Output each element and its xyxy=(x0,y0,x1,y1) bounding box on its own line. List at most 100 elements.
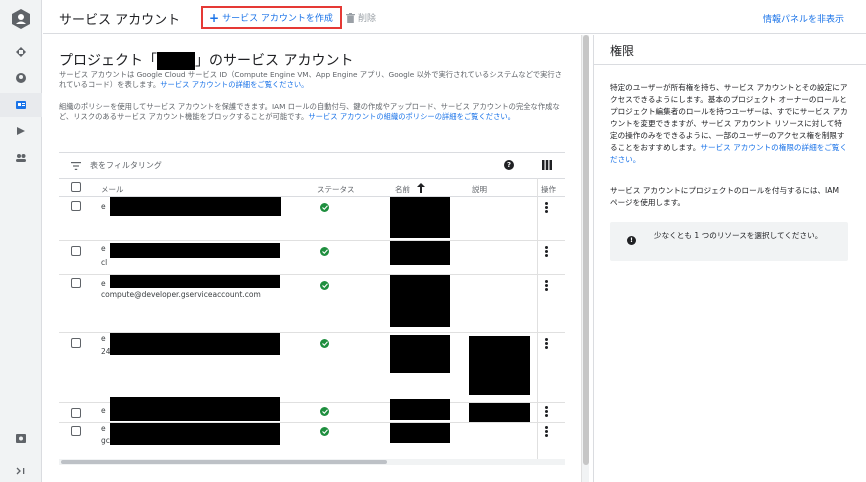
redacted-name xyxy=(390,275,450,327)
redacted-description xyxy=(469,336,530,395)
table-row[interactable]: e 24 xyxy=(59,333,565,403)
org-policy-link[interactable]: サービス アカウントの組織のポリシーの詳細をご覧ください。 xyxy=(308,112,515,121)
row-email: e xyxy=(101,334,106,343)
table-row[interactable]: e compute@developer.gserviceaccount.com xyxy=(59,275,565,333)
description-text: サービス アカウントは Google Cloud サービス ID（Compute… xyxy=(59,70,562,89)
help-icon[interactable]: ? xyxy=(504,160,514,170)
row-email: e xyxy=(101,279,106,288)
learn-more-link[interactable]: サービス アカウントの詳細をご覧ください。 xyxy=(160,80,308,89)
select-resource-notice: ! 少なくとも 1 つのリソースを選択してください。 xyxy=(610,222,848,261)
nav-workload-identity-icon[interactable] xyxy=(0,119,42,143)
horizontal-scroll-thumb[interactable] xyxy=(61,460,387,464)
iam-page-hint: サービス アカウントにプロジェクトのロールを付与するには、IAM ページを使用し… xyxy=(610,186,840,207)
column-name[interactable]: 名前 xyxy=(395,184,410,195)
status-enabled-icon xyxy=(320,203,329,212)
nav-identity-icon[interactable] xyxy=(0,66,42,90)
redacted-email xyxy=(110,197,281,216)
iam-hexagon-icon xyxy=(12,9,30,29)
row-checkbox[interactable] xyxy=(71,338,81,348)
section-title: プロジェクト「 」のサービス アカウント xyxy=(59,50,353,70)
delete-button[interactable]: 削除 xyxy=(346,11,376,24)
row-checkbox[interactable] xyxy=(71,201,81,211)
left-nav-rail xyxy=(0,0,42,482)
info-icon: ! xyxy=(627,236,636,245)
vertical-scroll-thumb[interactable] xyxy=(583,35,589,465)
create-label: サービス アカウントを作成 xyxy=(222,14,333,24)
status-enabled-icon xyxy=(320,407,329,416)
title-suffix: 」のサービス アカウント xyxy=(195,53,354,69)
permissions-description: 特定のユーザーが所有権を持ち、サービス アカウントとその設定にアクセスできるよう… xyxy=(610,82,848,166)
redacted-name xyxy=(390,335,450,373)
more-actions-icon[interactable] xyxy=(545,280,548,291)
row-checkbox[interactable] xyxy=(71,426,81,436)
plus-icon: + xyxy=(209,10,220,25)
status-enabled-icon xyxy=(320,247,329,256)
filter-input[interactable]: 表をフィルタリング xyxy=(90,160,162,171)
redacted-name xyxy=(390,197,450,238)
column-display-icon[interactable] xyxy=(542,160,552,170)
service-accounts-table: メール ステータス 名前 説明 操作 e e cl e compute@deve… xyxy=(59,178,565,463)
redacted-name xyxy=(390,241,450,265)
column-description[interactable]: 説明 xyxy=(472,184,487,195)
table-row[interactable]: e cl xyxy=(59,241,565,275)
table-row[interactable]: e xyxy=(59,197,565,241)
more-actions-icon[interactable] xyxy=(545,202,548,213)
description-paragraph: サービス アカウントは Google Cloud サービス ID（Compute… xyxy=(59,70,569,90)
create-service-account-button[interactable]: + サービス アカウントを作成 xyxy=(201,6,342,29)
status-enabled-icon xyxy=(320,427,329,436)
page-header: サービス アカウント + サービス アカウントを作成 削除 情報パネルを非表示 xyxy=(43,0,866,34)
filter-bar[interactable]: 表をフィルタリング ? xyxy=(59,152,565,178)
more-actions-icon[interactable] xyxy=(545,338,548,349)
status-enabled-icon xyxy=(320,339,329,348)
info-panel-header: 権限 xyxy=(594,35,866,65)
table-row[interactable]: e xyxy=(59,397,565,423)
column-status[interactable]: ステータス xyxy=(317,184,355,195)
redacted-description xyxy=(469,403,530,422)
redacted-email xyxy=(110,397,280,421)
row-checkbox[interactable] xyxy=(71,278,81,288)
more-actions-icon[interactable] xyxy=(545,426,548,437)
horizontal-scrollbar[interactable] xyxy=(59,459,565,465)
redacted-email xyxy=(110,423,280,445)
status-enabled-icon xyxy=(320,281,329,290)
filter-icon xyxy=(71,162,81,170)
redacted-email xyxy=(110,243,280,258)
table-row[interactable]: e gcr xyxy=(59,423,565,463)
org-policy-paragraph: 組織のポリシーを使用してサービス アカウントを保護できます。IAM ロールの自動… xyxy=(59,102,569,122)
main-content: プロジェクト「 」のサービス アカウント サービス アカウントは Google C… xyxy=(43,35,576,482)
select-all-checkbox[interactable] xyxy=(71,182,81,192)
row-email: e xyxy=(101,244,106,253)
notice-text: 少なくとも 1 つのリソースを選択してください。 xyxy=(654,231,823,240)
redacted-name xyxy=(390,399,450,420)
hide-info-panel-link[interactable]: 情報パネルを非表示 xyxy=(763,12,844,25)
redacted-email xyxy=(110,333,280,355)
info-panel-title: 権限 xyxy=(610,44,635,58)
nav-release-notes-icon[interactable] xyxy=(0,426,42,450)
more-actions-icon[interactable] xyxy=(545,246,548,257)
permissions-text: 特定のユーザーが所有権を持ち、サービス アカウントとその設定にアクセスできるよう… xyxy=(610,83,848,152)
vertical-scrollbar[interactable] xyxy=(581,35,589,482)
more-actions-icon[interactable] xyxy=(545,406,548,417)
title-prefix: プロジェクト「 xyxy=(59,53,157,69)
row-email: e xyxy=(101,202,106,211)
expand-nav-icon[interactable] xyxy=(0,459,42,482)
row-checkbox[interactable] xyxy=(71,246,81,256)
redacted-name xyxy=(390,423,450,443)
row-email: e xyxy=(101,406,106,415)
delete-label: 削除 xyxy=(358,14,377,24)
row-email: e xyxy=(101,424,106,433)
row-checkbox[interactable] xyxy=(71,408,81,418)
column-email[interactable]: メール xyxy=(101,184,124,195)
table-header: メール ステータス 名前 説明 操作 xyxy=(59,178,565,197)
redacted-email xyxy=(110,275,280,288)
redacted-project-name xyxy=(157,52,195,70)
nav-groups-icon[interactable] xyxy=(0,146,42,170)
sort-arrow-up-icon[interactable] xyxy=(417,183,425,193)
nav-iam-icon[interactable] xyxy=(0,40,42,64)
row-email-visible: compute@developer.gserviceaccount.com xyxy=(101,290,261,299)
trash-icon xyxy=(346,12,355,23)
page-title: サービス アカウント xyxy=(59,13,181,28)
info-panel: 権限 特定のユーザーが所有権を持ち、サービス アカウントとその設定にアクセスでき… xyxy=(593,35,866,482)
nav-service-accounts-icon[interactable] xyxy=(0,93,42,117)
row-email-visible: cl xyxy=(101,258,108,267)
